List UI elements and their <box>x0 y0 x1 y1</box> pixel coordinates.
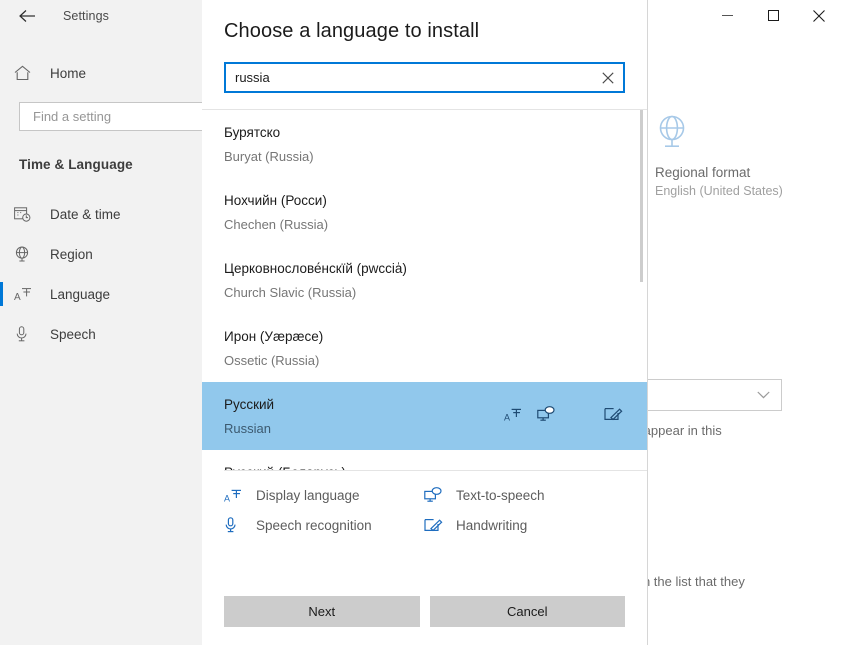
legend-label: Text-to-speech <box>456 487 545 503</box>
language-names: Церковнослове́нскїй (pwccia̍) Church Sla… <box>224 261 623 300</box>
language-names: Русский Russian <box>224 397 504 436</box>
sidebar-item-home[interactable]: Home <box>0 53 202 93</box>
sidebar-item-label: Language <box>50 286 111 302</box>
legend-label: Display language <box>256 487 360 503</box>
sidebar-item-label: Region <box>50 246 93 262</box>
language-english-name: Church Slavic (Russia) <box>224 284 357 300</box>
sidebar-item-list: Date & time Region A Language Speech <box>0 194 202 354</box>
clear-search-button[interactable] <box>593 64 623 91</box>
choose-language-dialog: Choose a language to install Бурятско Bu… <box>202 0 648 645</box>
next-button[interactable]: Next <box>224 596 420 627</box>
capability-legend: A Display language Text-to-speech Speech… <box>224 470 647 533</box>
legend-item-handwriting: Handwriting <box>424 517 647 533</box>
language-names: Нохчийн (Росси) Chechen (Russia) <box>224 193 623 232</box>
sidebar-item-label: Date & time <box>50 206 121 222</box>
microphone-icon <box>224 517 250 533</box>
list-scrollbar[interactable] <box>640 110 643 470</box>
nav-header: Settings <box>0 0 202 31</box>
language-names: Бурятско Buryat (Russia) <box>224 125 623 164</box>
dialog-footer: Next Cancel <box>202 596 647 645</box>
list-item[interactable]: Церковнослове́нскїй (pwccia̍) Church Sla… <box>202 246 647 314</box>
maximize-button[interactable] <box>750 0 796 31</box>
list-item-selected[interactable]: Русский Russian A <box>202 382 647 450</box>
legend-item-text-to-speech: Text-to-speech <box>424 487 647 503</box>
text-to-speech-icon <box>424 487 450 503</box>
language-english-name: Buryat (Russia) <box>224 148 314 164</box>
legend-item-speech-recognition: Speech recognition <box>224 517 424 533</box>
svg-text:A: A <box>224 494 230 504</box>
globe-icon <box>14 246 36 262</box>
language-names: Русский (Беларусь) Russian (Belarus) <box>224 465 501 471</box>
language-native-name: Бурятско <box>224 124 281 140</box>
handwriting-icon <box>604 406 623 427</box>
regional-format-block: Regional format English (United States) <box>655 113 842 198</box>
svg-text:A: A <box>504 412 510 422</box>
list-item[interactable]: Бурятско Buryat (Russia) <box>202 110 647 178</box>
sidebar-item-label: Home <box>50 65 87 81</box>
sidebar-item-language[interactable]: A Language <box>0 274 202 314</box>
nav-section-title: Time & Language <box>19 157 133 172</box>
sidebar-item-speech[interactable]: Speech <box>0 314 202 354</box>
language-search-box[interactable] <box>224 62 625 93</box>
calendar-clock-icon <box>14 206 36 222</box>
language-search-input[interactable] <box>226 69 593 86</box>
language-capabilities: A <box>504 405 647 427</box>
text-to-speech-icon <box>537 405 556 427</box>
language-english-name: Chechen (Russia) <box>224 216 329 232</box>
back-button[interactable] <box>14 3 40 29</box>
svg-text:A: A <box>14 292 21 302</box>
language-native-name: Ирон (Уӕрӕсе) <box>224 328 324 344</box>
globe-icon <box>655 115 691 153</box>
home-icon <box>14 65 36 81</box>
close-button[interactable] <box>796 0 842 31</box>
window-titlebar <box>704 0 842 31</box>
legend-label: Handwriting <box>456 517 528 533</box>
sidebar-item-date-time[interactable]: Date & time <box>0 194 202 234</box>
chevron-down-icon <box>757 391 770 399</box>
regional-format-value: English (United States) <box>655 184 783 198</box>
language-native-name: Нохчийн (Росси) <box>224 192 327 208</box>
list-item[interactable]: Русский (Беларусь) Russian (Belarus) A <box>202 450 647 471</box>
cancel-button[interactable]: Cancel <box>429 596 625 627</box>
list-scrollbar-thumb[interactable] <box>640 110 643 282</box>
back-arrow-icon <box>18 9 35 22</box>
display-language-icon: A <box>504 406 524 427</box>
legend-item-display-language: A Display language <box>224 487 424 504</box>
display-language-icon: A <box>14 286 36 302</box>
minimize-button[interactable] <box>704 0 750 31</box>
language-native-name: Церковнослове́нскїй (pwccia̍) <box>224 260 407 276</box>
maximize-icon <box>767 10 779 21</box>
app-title: Settings <box>63 8 109 23</box>
language-english-name: Russian <box>224 420 271 436</box>
minimize-icon <box>721 15 733 16</box>
close-icon <box>602 71 614 84</box>
microphone-icon <box>14 326 36 342</box>
list-item[interactable]: Ирон (Уӕрӕсе) Ossetic (Russia) <box>202 314 647 382</box>
close-icon <box>813 9 825 22</box>
handwriting-icon <box>424 517 450 533</box>
display-language-icon: A <box>224 487 250 503</box>
language-english-name: Ossetic (Russia) <box>224 352 320 368</box>
language-list[interactable]: Бурятско Buryat (Russia) Нохчийн (Росси)… <box>202 110 647 470</box>
list-item[interactable]: Нохчийн (Росси) Chechen (Russia) <box>202 178 647 246</box>
regional-format-title: Regional format <box>655 165 751 180</box>
sidebar-item-region[interactable]: Region <box>0 234 202 274</box>
navigation-pane: Settings Home Time & Language <box>0 0 234 645</box>
dialog-title: Choose a language to install <box>224 20 480 42</box>
language-names: Ирон (Уӕрӕсе) Ossetic (Russia) <box>224 329 623 368</box>
language-native-name: Русский (Беларусь) <box>224 465 501 471</box>
sidebar-item-label: Speech <box>50 326 96 342</box>
legend-label: Speech recognition <box>256 517 372 533</box>
language-native-name: Русский <box>224 396 275 412</box>
